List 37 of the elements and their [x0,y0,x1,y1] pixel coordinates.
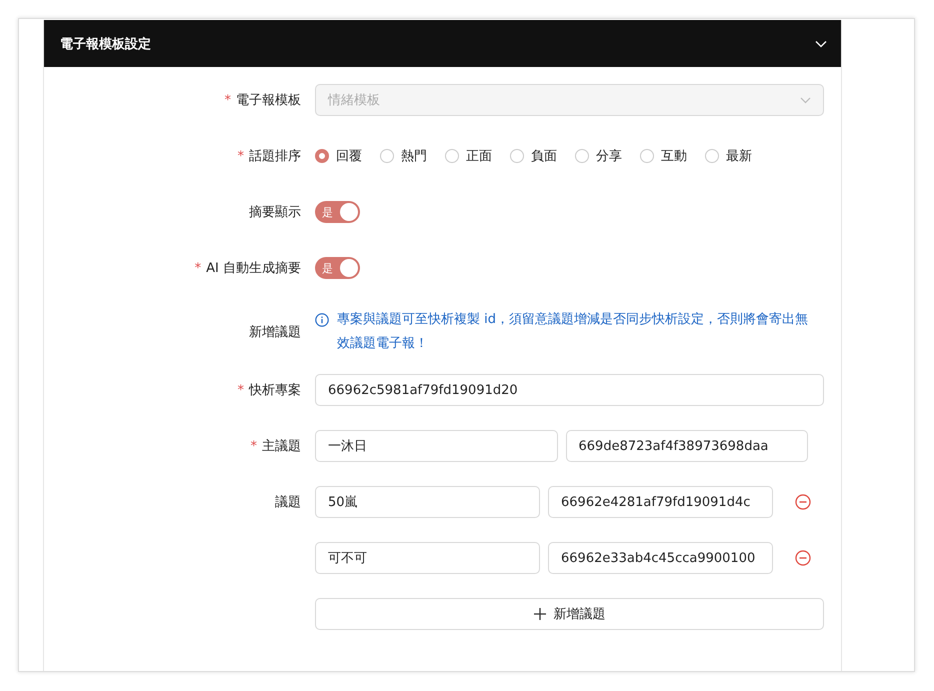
info-message: 專案與議題可至快析複製 id，須留意議題增減是否同步快析設定，否則將會寄出無效議題電子報！ [337,311,809,353]
required-mark: * [224,92,231,108]
input-field[interactable]: 66962e33ab4c45cca9900100 [548,542,773,574]
field-label: 快析專案 [249,382,301,399]
radio-option[interactable]: 最新 [705,147,752,165]
panel-title: 電子報模板設定 [60,36,151,52]
input-field[interactable]: 66962e4281af79fd19091d4c [548,486,773,518]
required-mark: * [250,438,257,454]
chevron-icon [800,96,811,104]
chevron-icon[interactable] [815,40,827,48]
field-label: AI 自動生成摘要 [206,260,301,277]
radio-option[interactable]: 分享 [575,147,622,165]
field-label: 主議題 [262,438,301,455]
input-field[interactable]: 669de8723af4f38973698daa [566,430,808,462]
remove-icon[interactable] [795,550,811,566]
field-label: 話題排序 [249,148,301,165]
radio-option[interactable]: 負面 [510,147,557,165]
field-label: 新增議題 [249,324,301,341]
remove-icon[interactable] [795,494,811,510]
input-field[interactable]: 可不可 [315,542,540,574]
input-field[interactable]: 66962c5981af79fd19091d20 [315,374,824,406]
field-label: 摘要顯示 [249,204,301,221]
required-mark: * [238,382,244,398]
panel-header[interactable]: 電子報模板設定 [44,20,841,67]
radio-option[interactable]: 回覆 [315,147,362,165]
required-mark: * [238,148,244,164]
add-topic-button[interactable]: 新增議題 [315,598,824,630]
radio-option[interactable]: 互動 [640,147,687,165]
field-label: 議題 [275,494,301,511]
plus-icon [534,608,546,620]
input-field[interactable]: 50嵐 [315,486,540,518]
field-label: 電子報模板 [236,92,301,109]
required-mark: * [194,260,202,276]
input-field[interactable]: 一沐日 [315,430,558,462]
info-icon [315,313,329,327]
radio-option[interactable]: 正面 [445,147,492,165]
radio-option[interactable]: 熱門 [380,147,427,165]
